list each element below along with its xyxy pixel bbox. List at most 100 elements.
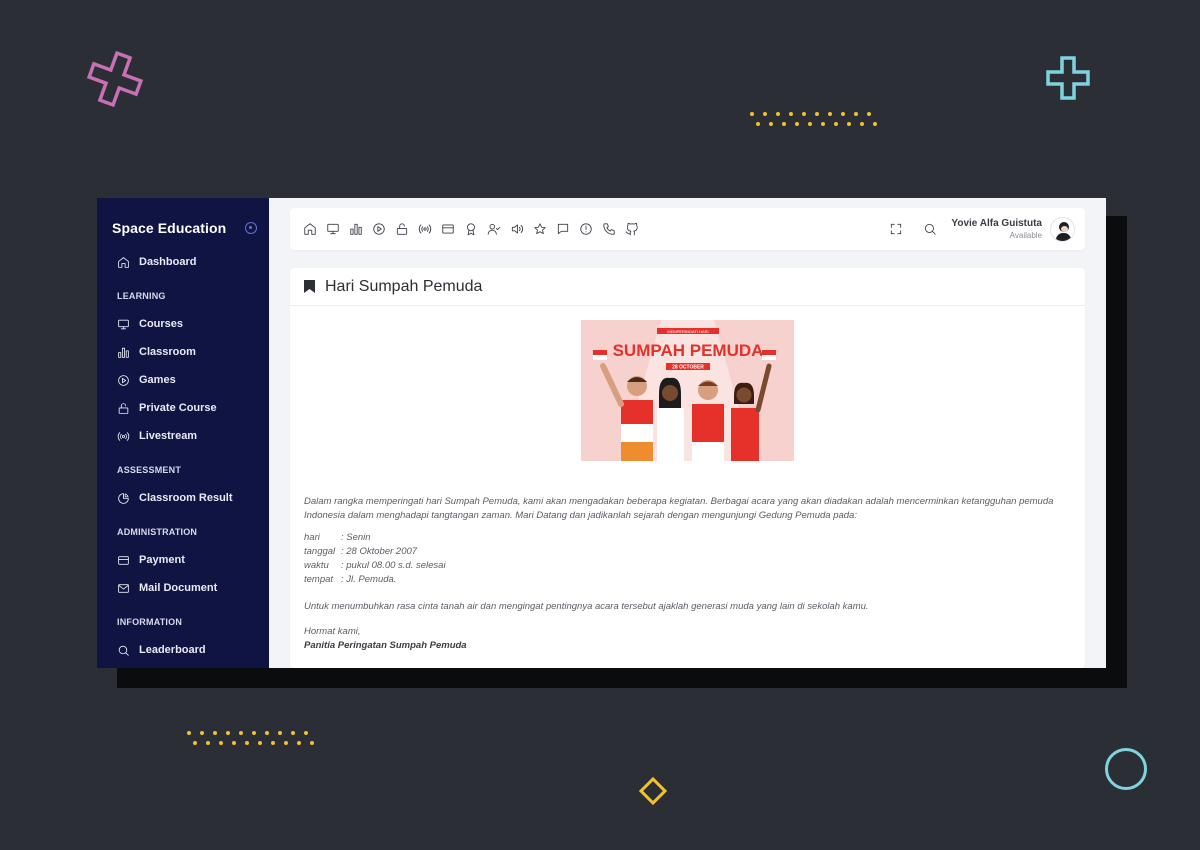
top-nav-icons	[303, 222, 639, 236]
dot	[789, 112, 793, 116]
section-label-assessment: ASSESSMENT	[117, 465, 182, 475]
star-icon[interactable]	[533, 222, 547, 236]
award-icon[interactable]	[464, 222, 478, 236]
brand: Space Education	[97, 198, 269, 242]
user-status: Available	[1009, 231, 1042, 240]
top-navbar: Yovie Alfa Guistuta Available	[290, 208, 1085, 250]
section-label-information: INFORMATION	[117, 617, 183, 627]
dot	[232, 741, 236, 745]
sidebar-item-private-course[interactable]: Private Course	[97, 394, 269, 422]
sidebar-item-courses[interactable]: Courses	[97, 310, 269, 338]
broadcast-icon	[117, 431, 130, 441]
lock-icon[interactable]	[395, 222, 409, 236]
dot	[271, 741, 275, 745]
diamond-decoration	[638, 776, 668, 806]
broadcast-icon[interactable]	[418, 222, 432, 236]
play-circle-icon	[118, 374, 129, 386]
dot	[769, 122, 773, 126]
phone-icon[interactable]	[602, 222, 616, 236]
volume-icon[interactable]	[510, 222, 524, 236]
section-label-administration: ADMINISTRATION	[117, 527, 198, 537]
dot	[873, 122, 877, 126]
dot	[265, 731, 269, 735]
sidebar-item-mail-document[interactable]: Mail Document	[97, 574, 269, 602]
dot	[245, 741, 249, 745]
avatar[interactable]	[1050, 216, 1075, 242]
event-details: hari: Senin tanggal: 28 Oktober 2007 wak…	[304, 531, 1071, 587]
sidebar-item-label: Dashboard	[139, 256, 197, 268]
dot	[187, 731, 191, 735]
pink-cross-decoration	[86, 50, 144, 108]
monitor-icon	[118, 319, 129, 329]
sidebar-item-classroom-result[interactable]: Classroom Result	[97, 484, 269, 512]
sidebar-item-leaderboard[interactable]: Leaderboard	[97, 636, 269, 664]
dot	[297, 741, 301, 745]
detail-row: tempat: Jl. Pemuda.	[304, 574, 397, 585]
dots-decoration-top	[750, 112, 877, 126]
user-name: Yovie Alfa Guistuta	[951, 218, 1042, 229]
detail-row: waktu: pukul 08.00 s.d. selesai	[304, 560, 446, 571]
user-check-icon[interactable]	[487, 222, 501, 236]
bar-chart-icon[interactable]	[349, 222, 363, 236]
teal-cross-decoration	[1046, 56, 1090, 100]
sidebar-item-games[interactable]: Games	[97, 366, 269, 394]
sidebar-item-label: Private Course	[139, 402, 217, 414]
bar-chart-icon	[118, 347, 129, 358]
sidebar-item-label: Mail Document	[139, 582, 218, 594]
dot	[854, 112, 858, 116]
dot	[841, 112, 845, 116]
credit-card-icon	[118, 555, 129, 565]
monitor-icon[interactable]	[326, 222, 340, 236]
sidebar-item-dashboard[interactable]: Dashboard	[97, 248, 269, 276]
person-2	[657, 377, 684, 461]
dot	[860, 122, 864, 126]
pie-chart-icon	[118, 492, 129, 504]
bookmark-icon	[304, 280, 315, 293]
announcement-card: Hari Sumpah Pemuda MEMPERINGATI HARI SUM…	[290, 268, 1085, 668]
card-body: MEMPERINGATI HARI SUMPAH PEMUDA 28 OCTOB…	[290, 306, 1085, 653]
brand-title: Space Education	[112, 220, 227, 236]
banner-date: 28 OCTOBER	[672, 365, 704, 371]
dot	[213, 731, 217, 735]
dot	[310, 741, 314, 745]
dot	[200, 731, 204, 735]
sidebar-toggle-icon[interactable]	[245, 222, 257, 234]
home-icon[interactable]	[303, 222, 317, 236]
detail-row: hari: Senin	[304, 532, 371, 543]
sidebar-item-label: Leaderboard	[139, 644, 206, 656]
dot	[291, 731, 295, 735]
dot	[834, 122, 838, 126]
alert-circle-icon[interactable]	[579, 222, 593, 236]
dot	[258, 741, 262, 745]
signature: Hormat kami, Panitia Peringatan Sumpah P…	[304, 625, 1071, 653]
play-circle-icon[interactable]	[372, 222, 386, 236]
dot	[776, 112, 780, 116]
closing-text: Hormat kami,	[304, 626, 361, 637]
detail-row: tanggal: 28 Oktober 2007	[304, 546, 418, 557]
user-info[interactable]: Yovie Alfa Guistuta Available	[951, 218, 1042, 240]
search-icon[interactable]	[923, 222, 937, 236]
banner-small-text: MEMPERINGATI HARI	[667, 329, 708, 334]
dot	[284, 741, 288, 745]
search-icon	[118, 645, 129, 656]
dot	[763, 112, 767, 116]
sidebar-item-classroom[interactable]: Classroom	[97, 338, 269, 366]
card-header: Hari Sumpah Pemuda	[290, 268, 1085, 306]
fullscreen-icon[interactable]	[889, 222, 903, 236]
app-window: Space Education Dashboard LEARNING Cours…	[97, 198, 1106, 668]
paragraph-invitation: Untuk menumbuhkan rasa cinta tanah air d…	[304, 601, 869, 612]
dot	[219, 741, 223, 745]
github-icon[interactable]	[625, 222, 639, 236]
message-icon[interactable]	[556, 222, 570, 236]
credit-card-icon[interactable]	[441, 222, 455, 236]
sidebar-item-payment[interactable]: Payment	[97, 546, 269, 574]
dot	[802, 112, 806, 116]
sidebar-item-livestream[interactable]: Livestream	[97, 422, 269, 450]
sidebar: Space Education Dashboard LEARNING Cours…	[97, 198, 269, 668]
dot	[795, 122, 799, 126]
sidebar-item-label: Livestream	[139, 430, 198, 442]
dot	[206, 741, 210, 745]
sidebar-item-label: Courses	[139, 318, 184, 330]
sidebar-item-label: Games	[139, 374, 176, 386]
paragraph-intro: Dalam rangka memperingati hari Sumpah Pe…	[304, 496, 1054, 521]
